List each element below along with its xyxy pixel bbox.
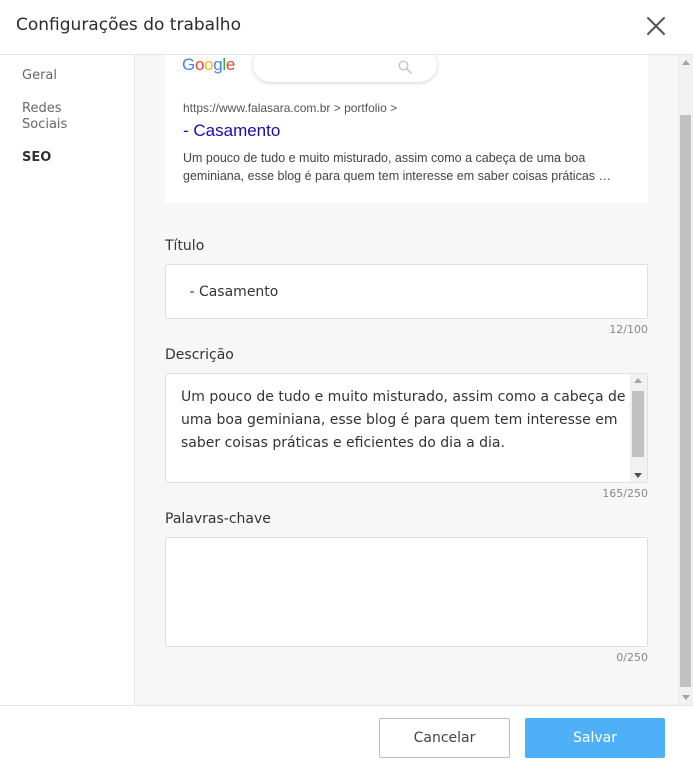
scroll-up-arrow-icon[interactable] (634, 378, 642, 383)
description-textarea[interactable]: Um pouco de tudo e muito misturado, assi… (165, 373, 648, 483)
keywords-label: Palavras-chave (165, 511, 271, 527)
dialog-footer: Cancelar Salvar (0, 705, 693, 767)
dialog-header: Configurações do trabalho (0, 0, 693, 55)
scroll-down-arrow-icon[interactable] (682, 695, 690, 700)
sidebar-item-seo[interactable]: SEO (22, 150, 122, 166)
seo-panel: Google https://www.falasara.com.br > por… (135, 55, 693, 705)
google-preview: Google https://www.falasara.com.br > por… (165, 55, 648, 203)
google-logo-letter: G (182, 55, 195, 74)
cancel-button[interactable]: Cancelar (379, 718, 510, 758)
dialog-title: Configurações do trabalho (16, 15, 241, 35)
settings-sidebar: Geral Redes Sociais SEO (0, 55, 135, 705)
preview-description-line-2: geminiana, esse blog é para quem tem int… (183, 169, 611, 183)
sidebar-item-redes-sociais[interactable]: Redes Sociais (22, 101, 92, 133)
scroll-thumb[interactable] (632, 391, 644, 457)
title-counter: 12/100 (609, 323, 648, 336)
preview-description-line-1: Um pouco de tudo e muito misturado, assi… (183, 151, 586, 165)
keywords-textarea[interactable] (165, 537, 648, 647)
close-button[interactable] (644, 14, 668, 38)
description-scrollbar[interactable] (630, 374, 647, 482)
preview-title: - Casamento (183, 121, 281, 140)
sidebar-item-geral[interactable]: Geral (22, 68, 122, 84)
description-counter: 165/250 (602, 487, 648, 500)
scroll-thumb[interactable] (680, 115, 691, 687)
description-label: Descrição (165, 347, 234, 363)
title-input[interactable] (166, 265, 647, 318)
search-icon (398, 60, 412, 74)
main-scrollbar[interactable] (678, 55, 693, 705)
save-button[interactable]: Salvar (525, 718, 665, 758)
google-logo-letter: o (204, 55, 214, 74)
google-search-bar (253, 55, 437, 82)
scroll-down-arrow-icon[interactable] (634, 473, 642, 478)
google-logo: Google (182, 55, 235, 75)
title-label: Título (165, 238, 205, 254)
google-logo-letter: o (194, 55, 205, 74)
title-field (165, 264, 648, 319)
scroll-up-arrow-icon[interactable] (682, 60, 690, 65)
keywords-counter: 0/250 (616, 651, 648, 664)
description-text: Um pouco de tudo e muito misturado, assi… (181, 389, 626, 451)
google-logo-letter: e (225, 55, 236, 74)
preview-url: https://www.falasara.com.br > portfolio … (183, 101, 398, 115)
close-icon (647, 17, 665, 35)
preview-description: Um pouco de tudo e muito misturado, assi… (183, 149, 633, 185)
